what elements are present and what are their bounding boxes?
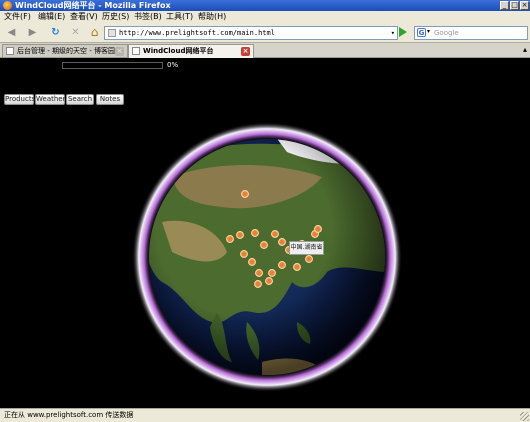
weather-marker-icon[interactable]: [226, 235, 234, 243]
url-bar[interactable]: http://www.prelightsoft.com/main.html ▾: [104, 26, 398, 40]
progress-percent: 0%: [167, 61, 179, 69]
window-title-bar: WindCloud网络平台 - Mozilla Firefox _ □ ×: [0, 0, 530, 11]
earth-globe[interactable]: [132, 122, 402, 392]
menu-tools[interactable]: 工具(T): [166, 11, 193, 23]
page-icon: [6, 47, 14, 55]
status-bar: 正在从 www.prelightsoft.com 传送数据: [0, 408, 530, 422]
globe-shading: [149, 139, 385, 375]
notes-button[interactable]: Notes: [96, 94, 124, 105]
menu-history[interactable]: 历史(S): [102, 11, 129, 23]
engine-dropdown-icon[interactable]: ▾: [427, 28, 430, 35]
tab-blog-admin[interactable]: 后台管理 - 期级的天空 - 博客园 ×: [2, 44, 128, 57]
menu-bookmarks[interactable]: 书签(B): [134, 11, 162, 23]
weather-marker-icon[interactable]: [293, 263, 301, 271]
weather-marker-icon[interactable]: [255, 269, 263, 277]
search-placeholder: Google: [434, 29, 459, 37]
url-dropdown-icon[interactable]: ▾: [391, 27, 395, 39]
minimize-button[interactable]: _: [500, 1, 509, 10]
loading-progress-bar: [62, 62, 163, 69]
weather-marker-icon[interactable]: [241, 190, 249, 198]
window-title: WindCloud网络平台 - Mozilla Firefox: [15, 1, 171, 10]
weather-marker-icon[interactable]: [278, 238, 286, 246]
weather-marker-icon[interactable]: [236, 231, 244, 239]
weather-button[interactable]: Weather: [35, 94, 65, 105]
weather-marker-icon[interactable]: [268, 269, 276, 277]
menu-file[interactable]: 文件(F): [4, 11, 31, 23]
forward-arrow-icon[interactable]: ▶: [25, 25, 40, 40]
page-favicon: [108, 29, 116, 37]
menu-edit[interactable]: 编辑(E): [38, 11, 65, 23]
stop-icon[interactable]: ✕: [68, 25, 83, 40]
weather-marker-icon[interactable]: [271, 230, 279, 238]
weather-marker-icon[interactable]: [265, 277, 273, 285]
tab-close-icon[interactable]: ×: [241, 47, 250, 56]
menu-view[interactable]: 查看(V): [70, 11, 98, 23]
weather-marker-icon[interactable]: [260, 241, 268, 249]
url-text: http://www.prelightsoft.com/main.html: [119, 29, 275, 37]
tab-overflow-icon[interactable]: ▴: [523, 43, 527, 57]
firefox-icon: [3, 1, 12, 10]
go-arrow-icon[interactable]: [399, 27, 407, 37]
search-button[interactable]: Search: [66, 94, 94, 105]
home-icon[interactable]: ⌂: [87, 25, 102, 40]
weather-marker-icon[interactable]: [254, 280, 262, 288]
page-content: 0% Products Weather Search Notes 中国.湖南省: [0, 58, 530, 408]
reload-icon[interactable]: ↻: [48, 25, 63, 40]
search-box[interactable]: G ▾ Google: [414, 26, 528, 40]
province-tooltip: 中国.湖南省: [289, 241, 324, 255]
weather-marker-icon[interactable]: [314, 225, 322, 233]
menu-bar: 文件(F) 编辑(E) 查看(V) 历史(S) 书签(B) 工具(T) 帮助(H…: [0, 11, 530, 23]
weather-marker-icon[interactable]: [251, 229, 259, 237]
menu-help[interactable]: 帮助(H): [198, 11, 226, 23]
google-engine-icon[interactable]: G: [417, 28, 426, 37]
back-arrow-icon[interactable]: ◀: [4, 25, 19, 40]
resize-grip-icon[interactable]: [520, 412, 529, 421]
close-window-button[interactable]: ×: [520, 1, 529, 10]
weather-marker-icon[interactable]: [248, 258, 256, 266]
maximize-button[interactable]: □: [510, 1, 519, 10]
weather-marker-icon[interactable]: [240, 250, 248, 258]
tab-close-icon[interactable]: ×: [115, 47, 124, 56]
page-icon: [132, 47, 140, 55]
status-text: 正在从 www.prelightsoft.com 传送数据: [4, 411, 134, 419]
products-button[interactable]: Products: [4, 94, 35, 105]
tab-windcloud[interactable]: WindCloud网络平台 ×: [128, 44, 254, 58]
tab-bar: 后台管理 - 期级的天空 - 博客园 × WindCloud网络平台 × ▴: [0, 43, 530, 58]
weather-marker-icon[interactable]: [278, 261, 286, 269]
tab-label: 后台管理 - 期级的天空 - 博客园: [17, 47, 115, 55]
weather-marker-icon[interactable]: [305, 255, 313, 263]
navigation-toolbar: ◀ ▶ ↻ ✕ ⌂ http://www.prelightsoft.com/ma…: [0, 23, 530, 43]
tab-label: WindCloud网络平台: [143, 47, 214, 55]
